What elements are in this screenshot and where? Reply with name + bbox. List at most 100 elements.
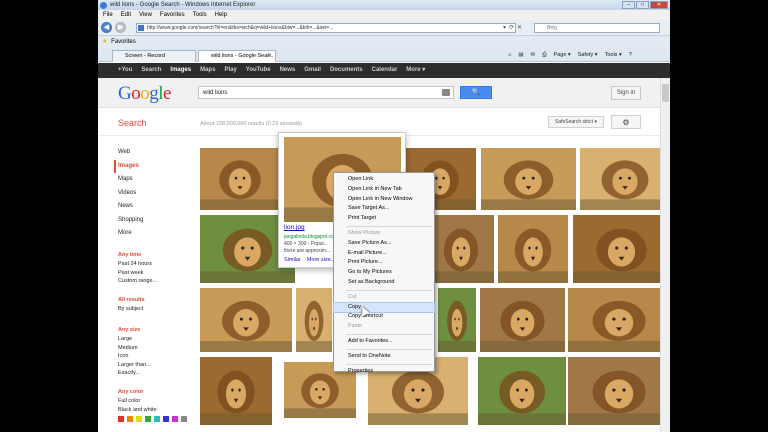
color-swatch[interactable]	[154, 416, 160, 422]
context-menu-item-copy-shortcut[interactable]: Copy Shortcut	[334, 312, 434, 322]
mail-icon[interactable]: ✉	[531, 50, 536, 60]
help-icon[interactable]: ?	[629, 50, 632, 60]
filter-option[interactable]: Custom range...	[118, 277, 198, 286]
google-logo[interactable]: Google	[118, 83, 171, 105]
rss-icon[interactable]: ▤	[518, 50, 523, 60]
sidebar-item-videos[interactable]: Videos	[118, 187, 188, 201]
hover-card-filename[interactable]: lion.jpg	[284, 224, 305, 231]
more-sizes-link[interactable]: More size...	[307, 257, 335, 263]
color-swatch[interactable]	[118, 416, 124, 422]
forward-icon[interactable]: ▶	[115, 22, 126, 33]
scrollbar-thumb[interactable]	[662, 84, 669, 102]
sidebar-item-web[interactable]: Web	[118, 146, 188, 160]
search-input[interactable]: wild lions	[198, 86, 454, 99]
context-menu-item-add-to-favorites[interactable]: Add to Favorites...	[334, 337, 434, 347]
context-menu-item-print-picture[interactable]: Print Picture...	[334, 258, 434, 268]
image-result-thumb[interactable]	[296, 288, 332, 352]
filter-option[interactable]: Full color	[118, 397, 198, 406]
image-result-thumb[interactable]	[481, 148, 576, 210]
context-menu-item-e-mail-picture[interactable]: E-mail Picture...	[334, 249, 434, 259]
sign-in-button[interactable]: Sign in	[611, 86, 641, 100]
color-swatch[interactable]	[163, 416, 169, 422]
image-result-thumb[interactable]	[200, 288, 292, 352]
image-result-thumb[interactable]	[200, 148, 280, 210]
page-scrollbar[interactable]	[660, 78, 670, 432]
tab-wild-lions[interactable]: wild lions - Google Sear... ✕	[198, 50, 276, 62]
close-button[interactable]: ✕	[650, 1, 668, 9]
filter-option[interactable]: Medium	[118, 344, 198, 353]
gbar-more[interactable]: More ▾	[406, 63, 425, 78]
context-menu-item-copy[interactable]: Copy	[333, 301, 435, 314]
menu-tools[interactable]: Tools	[193, 10, 207, 20]
gear-icon[interactable]: ⚙	[611, 115, 641, 129]
context-menu-item-set-as-background[interactable]: Set as Background	[334, 278, 434, 288]
filter-option[interactable]: Black and white	[118, 406, 198, 415]
image-result-thumb[interactable]	[568, 357, 670, 425]
tab-screen-record[interactable]: Screen - Record	[112, 50, 196, 62]
filter-heading[interactable]: Any color	[118, 389, 198, 395]
close-tab-icon[interactable]: ✕	[267, 51, 272, 62]
search-button[interactable]: 🔍	[460, 86, 492, 99]
image-result-thumb[interactable]	[580, 148, 670, 210]
image-result-thumb[interactable]	[480, 288, 565, 352]
filter-option[interactable]: By subject	[118, 305, 198, 314]
url-field[interactable]: http://www.google.com/search?hl=en&tbs=i…	[136, 23, 516, 33]
favorites-star-icon[interactable]: ★	[102, 39, 107, 45]
color-swatch[interactable]	[136, 416, 142, 422]
gbar-documents[interactable]: Documents	[330, 63, 363, 78]
menu-help[interactable]: Help	[215, 10, 227, 20]
color-swatch[interactable]	[145, 416, 151, 422]
favorites-button[interactable]: Favorites	[111, 39, 136, 45]
image-result-thumb[interactable]	[428, 215, 494, 283]
gbar-news[interactable]: News	[280, 63, 296, 78]
filter-option[interactable]: Large	[118, 335, 198, 344]
gbar-calendar[interactable]: Calendar	[372, 63, 398, 78]
context-menu-item-go-to-my-pictures[interactable]: Go to My Pictures	[334, 268, 434, 278]
gbar-maps[interactable]: Maps	[200, 63, 215, 78]
filter-option[interactable]: Exactly...	[118, 369, 198, 378]
bing-search-input[interactable]: Bing	[534, 23, 660, 33]
color-swatch[interactable]	[127, 416, 133, 422]
sidebar-item-images[interactable]: Images	[114, 159, 188, 173]
filter-heading[interactable]: Any time	[118, 252, 198, 258]
filter-heading[interactable]: All results	[118, 297, 198, 303]
gbar-youtube[interactable]: YouTube	[246, 63, 271, 78]
gbar-search[interactable]: Search	[141, 63, 161, 78]
context-menu-item-properties[interactable]: Properties	[334, 367, 434, 377]
context-menu-item-save-target-as[interactable]: Save Target As...	[334, 204, 434, 214]
image-result-thumb[interactable]	[498, 215, 568, 283]
color-swatch[interactable]	[181, 416, 187, 422]
minimize-button[interactable]: –	[622, 1, 635, 9]
home-icon[interactable]: ⌂	[508, 50, 511, 60]
context-menu-item-open-link[interactable]: Open Link	[334, 175, 434, 185]
menu-edit[interactable]: Edit	[121, 10, 131, 20]
sidebar-item-shopping[interactable]: Shopping	[118, 214, 188, 228]
context-menu-item-open-link-in-new-window[interactable]: Open Link in New Window	[334, 195, 434, 205]
image-result-thumb[interactable]	[200, 357, 272, 425]
gbar-you[interactable]: +You	[118, 63, 132, 78]
menu-favorites[interactable]: Favorites	[160, 10, 185, 20]
gbar-play[interactable]: Play	[224, 63, 236, 78]
menu-file[interactable]: File	[103, 10, 113, 20]
camera-icon[interactable]	[442, 89, 450, 96]
context-menu-item-send-to-onenote[interactable]: Send to OneNote	[334, 352, 434, 362]
context-menu-item-print-target[interactable]: Print Target	[334, 214, 434, 224]
hover-card-site[interactable]: jangalinda.blogspot.com	[284, 234, 338, 240]
filter-option[interactable]: Icon	[118, 352, 198, 361]
sidebar-item-news[interactable]: News	[118, 200, 188, 214]
filter-option[interactable]: Past week	[118, 269, 198, 278]
menu-view[interactable]: View	[139, 10, 152, 20]
context-menu-item-open-link-in-new-tab[interactable]: Open Link in New Tab	[334, 185, 434, 195]
filter-option[interactable]: Past 24 hours	[118, 260, 198, 269]
sidebar-item-more[interactable]: More	[118, 227, 188, 241]
gbar-images[interactable]: Images	[170, 63, 191, 78]
maximize-button[interactable]: □	[636, 1, 649, 9]
image-result-thumb[interactable]	[568, 288, 670, 352]
page-menu[interactable]: Page ▾	[554, 50, 571, 60]
filter-option[interactable]: Larger than...	[118, 361, 198, 370]
context-menu-item-save-picture-as[interactable]: Save Picture As...	[334, 239, 434, 249]
color-swatch[interactable]	[172, 416, 178, 422]
similar-link[interactable]: Similar	[284, 257, 301, 263]
safesearch-dropdown[interactable]: SafeSearch strict ▾	[548, 116, 604, 128]
gbar-gmail[interactable]: Gmail	[304, 63, 321, 78]
